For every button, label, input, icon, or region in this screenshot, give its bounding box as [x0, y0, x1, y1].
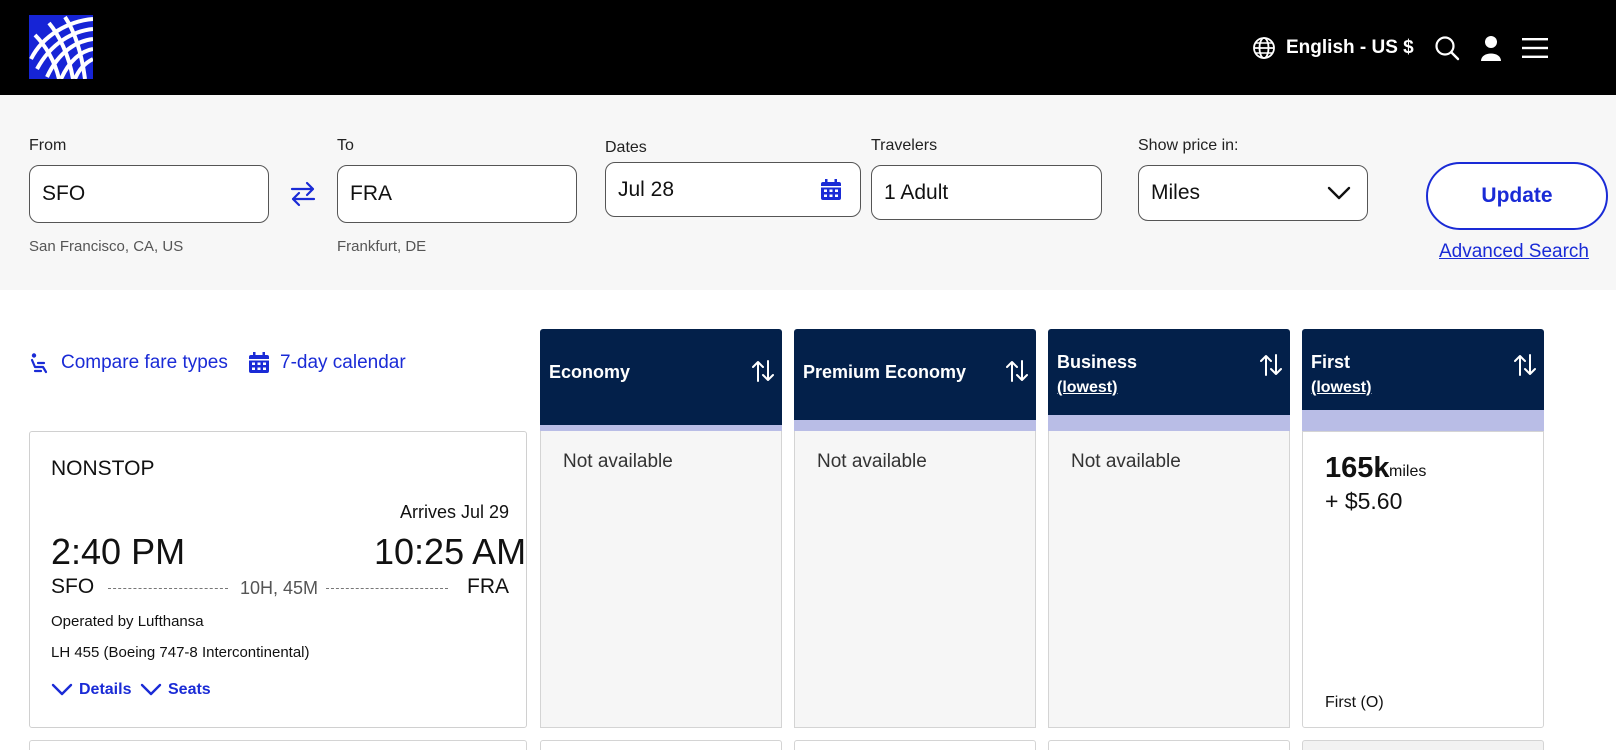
language-label: English - US $ [1286, 37, 1414, 58]
to-input[interactable]: FRA [337, 165, 577, 223]
united-globe-logo[interactable] [29, 15, 93, 79]
header-utility-nav: English - US $ [1252, 28, 1548, 68]
travelers-label: Travelers [871, 137, 938, 154]
to-city: Frankfurt, DE [337, 238, 427, 255]
next-fare-cell [540, 740, 782, 750]
chevron-down-icon [51, 683, 73, 696]
search-icon [1435, 36, 1459, 61]
not-available-text: Not available [817, 451, 927, 472]
fare-header-title: First [1311, 352, 1351, 372]
fare-cell-economy: Not available [540, 431, 782, 728]
calendar-icon [821, 179, 841, 200]
departure-time: 2:40 PM [51, 531, 186, 572]
fare-cell-premium-economy: Not available [794, 431, 1036, 728]
account-button[interactable] [1480, 35, 1502, 61]
next-flight-card [29, 740, 527, 750]
chevron-down-icon [140, 683, 162, 696]
fare-header-sub: (lowest) [1311, 379, 1372, 396]
fare-header-economy[interactable]: Economy [540, 329, 782, 425]
from-city: San Francisco, CA, US [29, 238, 184, 255]
details-label: Details [79, 681, 132, 698]
stops-label: NONSTOP [51, 457, 155, 480]
seat-icon [30, 353, 48, 374]
details-toggle[interactable]: Details [51, 681, 131, 699]
fare-strip-first [1302, 410, 1544, 431]
from-input[interactable]: SFO [29, 165, 269, 223]
swap-airports-button[interactable] [289, 180, 317, 213]
dates-input[interactable]: Jul 28 [605, 162, 861, 217]
swap-arrows-icon [290, 181, 316, 207]
fare-header-sub: (lowest) [1057, 379, 1118, 396]
first-miles-amount: 165k [1325, 452, 1390, 484]
fare-header-title: Business [1057, 352, 1138, 372]
not-available-text: Not available [563, 451, 673, 472]
fare-header-title: Premium Economy [803, 362, 967, 382]
menu-button[interactable] [1521, 37, 1548, 59]
fare-header-title: Economy [549, 362, 631, 382]
arrival-time: 10:25 AM [374, 531, 527, 572]
first-cash-amount: + $5.60 [1325, 488, 1403, 514]
to-value: FRA [350, 182, 392, 205]
calendar-icon [249, 352, 269, 373]
chevron-down-icon [1327, 186, 1351, 200]
fare-header-premium-economy[interactable]: Premium Economy [794, 329, 1036, 420]
next-fare-cell [1048, 740, 1290, 750]
sort-icon [1260, 354, 1282, 376]
not-available-text: Not available [1071, 451, 1181, 472]
language-selector[interactable]: English - US $ [1252, 36, 1414, 60]
fare-cell-business: Not available [1048, 431, 1290, 728]
dates-value: Jul 28 [618, 177, 675, 201]
globe-icon [1253, 37, 1275, 59]
first-miles-unit: miles [1389, 463, 1427, 480]
route-line-left [108, 588, 228, 589]
fare-strip-business [1048, 415, 1290, 431]
travelers-input[interactable]: 1 Adult [871, 165, 1102, 220]
fare-cell-first[interactable]: 165k miles + $5.60 First (O) [1302, 431, 1544, 728]
price-currency-select[interactable]: Miles [1138, 165, 1368, 221]
flight-number-aircraft: LH 455 (Boeing 747-8 Intercontinental) [51, 644, 310, 661]
travelers-value: 1 Adult [884, 180, 949, 204]
fare-header-business[interactable]: Business (lowest) [1048, 329, 1290, 415]
top-bar: English - US $ [0, 0, 1616, 95]
compare-fare-types-label: Compare fare types [61, 352, 228, 373]
globe-logo-icon [29, 15, 93, 79]
origin-code: SFO [51, 575, 95, 598]
user-icon [1480, 36, 1501, 61]
flight-duration: 10H, 45M [240, 578, 319, 598]
next-fare-cell [1302, 740, 1544, 750]
arrival-date: Arrives Jul 29 [400, 502, 510, 522]
sort-icon [1006, 360, 1028, 382]
sort-icon [1514, 354, 1536, 376]
advanced-search-link[interactable]: Advanced Search [1439, 241, 1589, 263]
from-label: From [29, 137, 67, 154]
menu-icon [1521, 38, 1548, 58]
from-value: SFO [42, 182, 86, 205]
route-line-right [326, 588, 448, 589]
price-currency-value: Miles [1151, 181, 1201, 204]
to-label: To [337, 137, 354, 154]
compare-fare-types-link[interactable]: Compare fare types [29, 352, 228, 374]
first-fare-code: First (O) [1325, 694, 1384, 711]
price-currency-label: Show price in: [1138, 137, 1239, 154]
fare-strip-premium-economy [794, 420, 1036, 431]
sort-icon [752, 360, 774, 382]
seats-toggle[interactable]: Seats [140, 681, 211, 699]
destination-code: FRA [467, 575, 509, 598]
seven-day-calendar-label: 7-day calendar [280, 352, 406, 373]
fare-header-first[interactable]: First (lowest) [1302, 329, 1544, 410]
dates-label: Dates [605, 139, 647, 156]
seats-label: Seats [168, 681, 211, 698]
next-fare-cell [794, 740, 1036, 750]
seven-day-calendar-link[interactable]: 7-day calendar [248, 352, 406, 374]
update-search-button[interactable]: Update [1426, 162, 1608, 230]
operated-by: Operated by Lufthansa [51, 613, 204, 630]
search-button[interactable] [1434, 35, 1460, 61]
